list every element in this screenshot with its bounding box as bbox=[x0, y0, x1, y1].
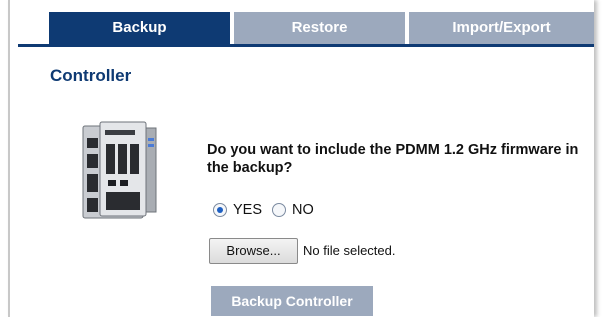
tab-import-export[interactable]: Import/Export bbox=[409, 12, 594, 44]
tab-underline bbox=[18, 44, 594, 47]
file-status: No file selected. bbox=[303, 243, 396, 258]
firmware-radio-group: YES NO bbox=[213, 202, 324, 218]
tab-restore[interactable]: Restore bbox=[234, 12, 405, 44]
tab-bar: Backup Restore Import/Export bbox=[10, 0, 594, 47]
backup-panel: Backup Restore Import/Export Controller … bbox=[8, 0, 594, 317]
radio-no-label: NO bbox=[292, 202, 314, 218]
radio-yes-label: YES bbox=[233, 202, 263, 218]
radio-yes[interactable] bbox=[213, 203, 227, 217]
tab-backup[interactable]: Backup bbox=[49, 12, 230, 44]
backup-controller-button[interactable]: Backup Controller bbox=[211, 286, 373, 316]
section-title: Controller bbox=[50, 66, 132, 85]
radio-no[interactable] bbox=[272, 203, 287, 217]
firmware-question: Do you want to include the PDMM 1.2 GHz … bbox=[207, 142, 579, 176]
controller-device-image bbox=[80, 118, 160, 228]
browse-button[interactable]: Browse... bbox=[209, 238, 298, 264]
